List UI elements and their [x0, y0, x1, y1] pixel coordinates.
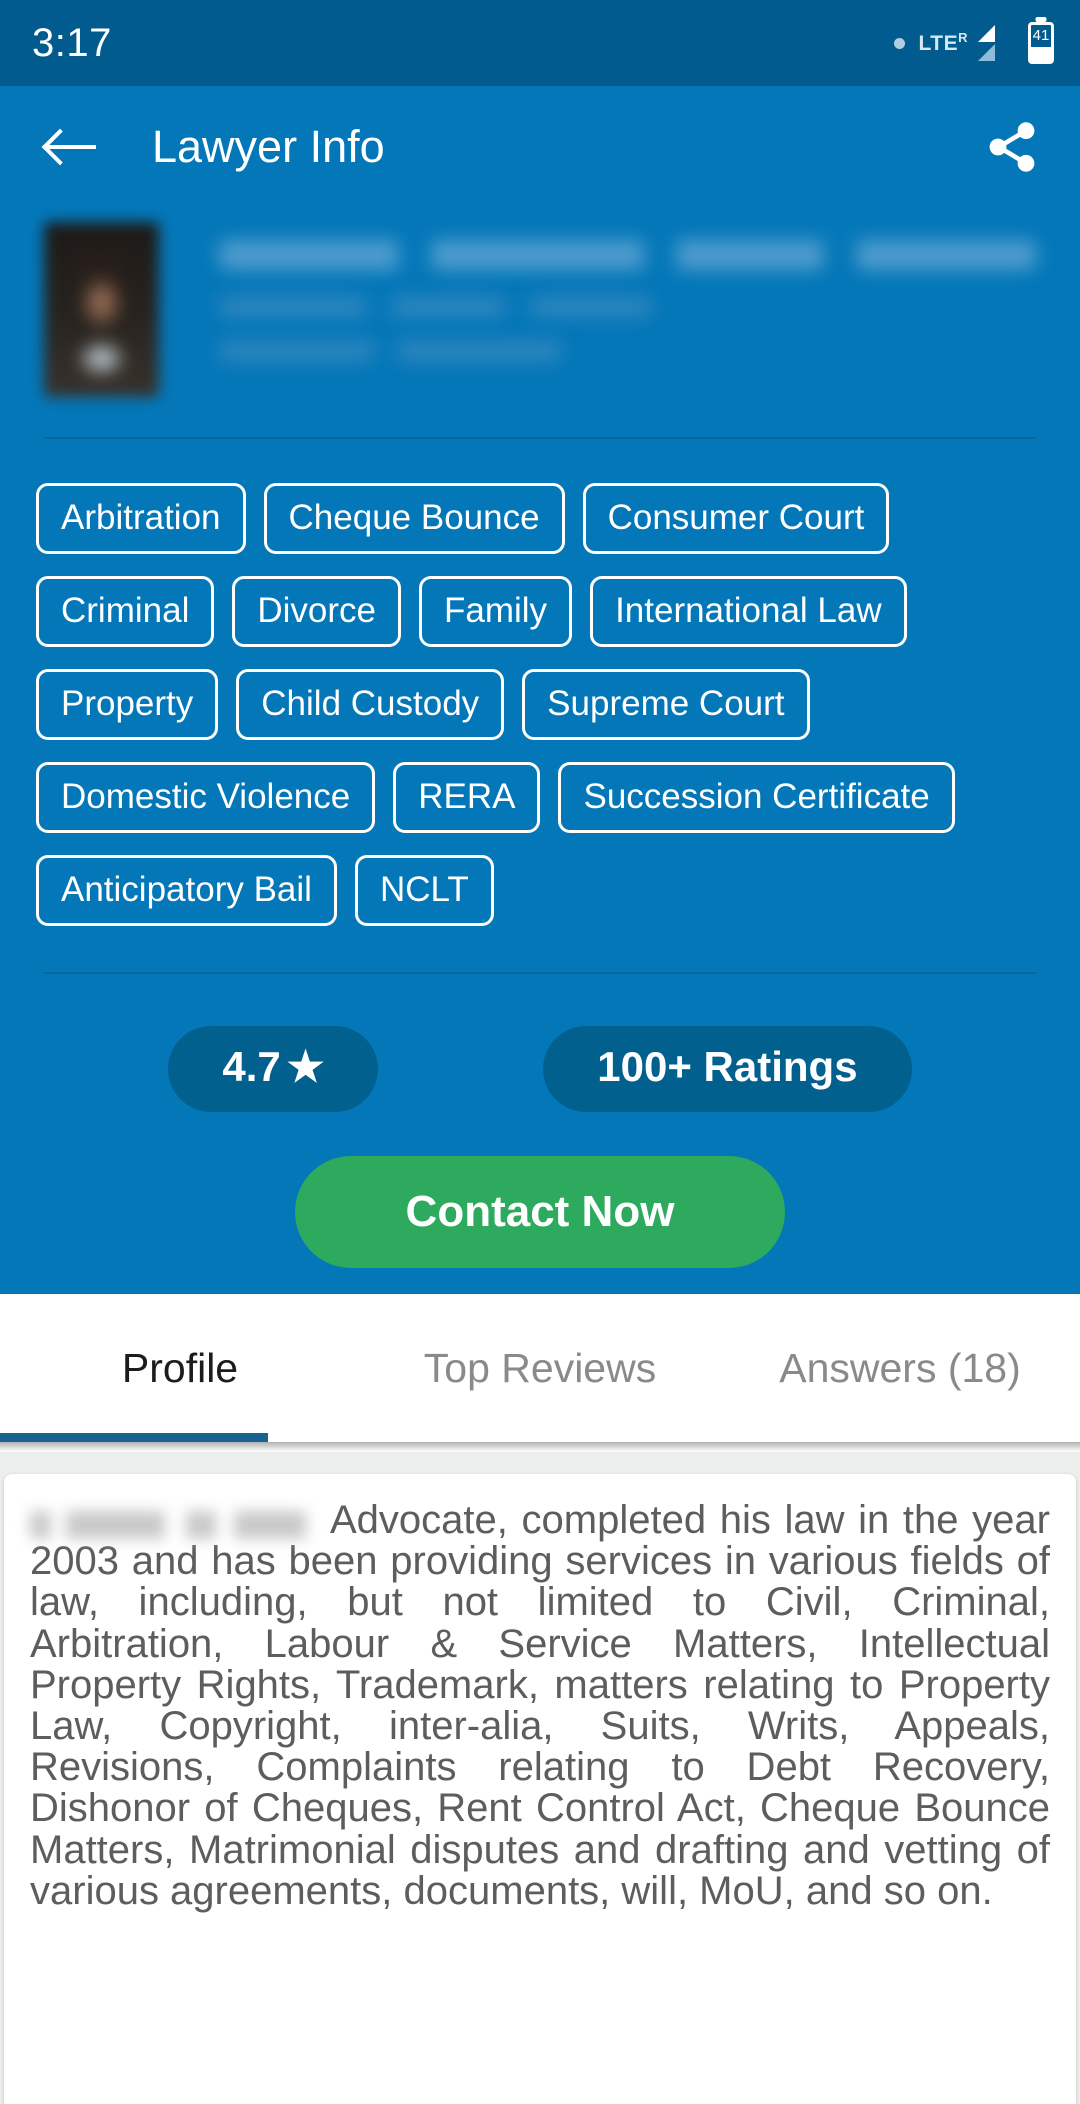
signal-strength-icon — [978, 23, 1012, 63]
cta-row: Contact Now — [0, 1112, 1080, 1268]
contact-now-button[interactable]: Contact Now — [295, 1156, 785, 1268]
rating-row: 4.7 ★ 100+ Ratings — [0, 974, 1080, 1112]
lawyer-experience-redacted — [219, 340, 563, 362]
lawyer-profile-summary — [0, 208, 1080, 397]
battery-icon: 41 — [1028, 22, 1054, 64]
rating-score-value: 4.7 — [222, 1043, 281, 1090]
lawyer-info-screen: 3:17 LTER 41 Lawyer Info Arbitration Che… — [0, 0, 1080, 2104]
status-clock: 3:17 — [32, 20, 112, 65]
lawyer-name-redacted — [219, 240, 1036, 270]
tab-bar-shadow — [0, 1442, 1080, 1452]
bio-name-redacted — [30, 1511, 330, 1539]
network-type-label: LTER — [918, 30, 968, 55]
practice-area-chip[interactable]: Divorce — [232, 576, 401, 647]
tab-top-reviews[interactable]: Top Reviews — [360, 1347, 720, 1389]
practice-area-chip[interactable]: Succession Certificate — [558, 762, 955, 833]
star-icon: ★ — [286, 1043, 325, 1090]
bio-text: Advocate, completed his law in the year … — [30, 1498, 1050, 1913]
app-bar: Lawyer Info — [0, 86, 1080, 208]
practice-area-chip[interactable]: RERA — [393, 762, 541, 833]
practice-area-chip[interactable]: Criminal — [36, 576, 215, 647]
lawyer-location-redacted — [219, 296, 652, 318]
practice-area-chip[interactable]: Cheque Bounce — [263, 483, 565, 554]
practice-area-chip[interactable]: Family — [419, 576, 573, 647]
practice-area-chip[interactable]: International Law — [590, 576, 907, 647]
notification-dot-icon — [893, 37, 905, 49]
practice-area-chip[interactable]: Child Custody — [236, 669, 505, 740]
hero-divider — [44, 437, 1036, 439]
bio-paragraph: Advocate, completed his law in the year … — [30, 1498, 1050, 1913]
practice-area-chip[interactable]: Domestic Violence — [36, 762, 376, 833]
tab-bar: Profile Top Reviews Answers (18) — [0, 1294, 1080, 1442]
practice-area-chip-list: Arbitration Cheque Bounce Consumer Court… — [0, 439, 1080, 926]
active-tab-indicator — [0, 1433, 268, 1442]
avatar — [44, 222, 159, 397]
rating-score-badge[interactable]: 4.7 ★ — [168, 1026, 379, 1112]
practice-area-chip[interactable]: Supreme Court — [522, 669, 810, 740]
practice-area-chip[interactable]: Property — [36, 669, 219, 740]
practice-area-chip[interactable]: Consumer Court — [582, 483, 890, 554]
page-title: Lawyer Info — [152, 121, 385, 172]
status-bar: 3:17 LTER 41 — [0, 0, 1080, 86]
battery-level-label: 41 — [1032, 27, 1050, 44]
practice-area-chip[interactable]: NCLT — [354, 855, 494, 926]
tab-answers[interactable]: Answers (18) — [720, 1347, 1080, 1389]
tab-profile[interactable]: Profile — [0, 1347, 360, 1389]
lawyer-identity-block — [159, 222, 1036, 397]
ratings-count-badge[interactable]: 100+ Ratings — [543, 1026, 912, 1112]
practice-area-chip[interactable]: Anticipatory Bail — [36, 855, 337, 926]
practice-area-chip[interactable]: Arbitration — [36, 483, 246, 554]
share-icon[interactable] — [984, 119, 1040, 175]
tab-content-area: Advocate, completed his law in the year … — [0, 1452, 1080, 2104]
lawyer-hero-section: Lawyer Info Arbitration Cheque Bounce Co… — [0, 86, 1080, 1294]
profile-bio-card: Advocate, completed his law in the year … — [4, 1474, 1076, 2104]
status-icons: LTER 41 — [893, 22, 1054, 64]
ratings-divider — [44, 972, 1036, 974]
back-arrow-icon[interactable] — [46, 126, 98, 168]
